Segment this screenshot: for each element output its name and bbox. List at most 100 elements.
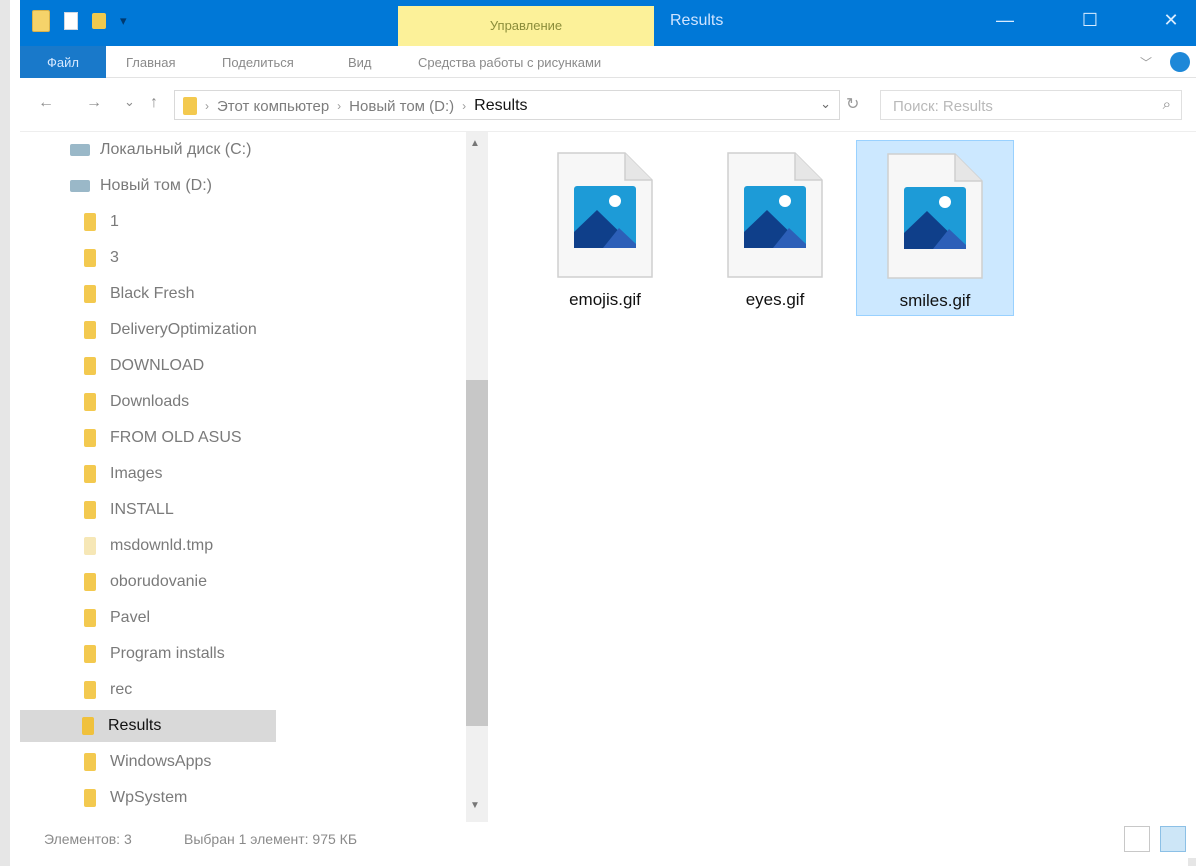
file-name: emojis.gif xyxy=(569,290,641,309)
file-name: smiles.gif xyxy=(899,291,971,310)
tree-item[interactable]: Новый том (D:) xyxy=(70,170,212,202)
close-button[interactable]: ✕ xyxy=(1156,10,1186,36)
maximize-button[interactable]: ☐ xyxy=(1075,10,1105,36)
tree-item[interactable]: FROM OLD ASUS xyxy=(84,422,242,454)
scrollbar-thumb[interactable] xyxy=(466,380,488,726)
breadcrumb-separator[interactable]: › xyxy=(337,99,341,113)
tab-picture-tools[interactable]: Средства работы с рисунками xyxy=(418,55,601,70)
tree-item[interactable]: DeliveryOptimization xyxy=(84,314,257,346)
tree-item[interactable]: Pavel xyxy=(84,602,150,634)
tree-item-label: Локальный диск (C:) xyxy=(100,141,252,158)
tree-item[interactable]: Results xyxy=(20,710,276,742)
tree-item-label: 1 xyxy=(110,213,119,230)
breadcrumb-drive-d[interactable]: Новый том (D:) xyxy=(349,98,454,115)
tree-item[interactable]: Images xyxy=(84,458,162,490)
image-file-icon xyxy=(557,152,653,278)
scroll-down-icon[interactable]: ▼ xyxy=(470,800,480,811)
tree-item-label: oborudovanie xyxy=(110,573,207,590)
tree-item-label: DeliveryOptimization xyxy=(110,321,257,338)
tab-home[interactable]: Главная xyxy=(126,55,175,70)
file-name: eyes.gif xyxy=(745,290,805,309)
tree-item-label: WpSystem xyxy=(110,789,188,806)
folder-icon xyxy=(84,357,96,375)
folder-icon xyxy=(84,285,96,303)
explorer-window: ▾ Управление Results — ☐ ✕ Файл Главная … xyxy=(0,0,1196,866)
tree-item-label: Program installs xyxy=(110,645,225,662)
file-list: emojis.gif eyes.gif smiles.gif xyxy=(490,132,1196,822)
folder-icon xyxy=(84,681,96,699)
folder-icon xyxy=(82,717,94,735)
large-icons-view-button[interactable] xyxy=(1160,826,1186,852)
file-tab[interactable]: Файл xyxy=(20,46,106,78)
folder-icon xyxy=(84,609,96,627)
ribbon-tabs: Файл Главная Поделиться Вид Средства раб… xyxy=(20,46,1196,78)
tree-item[interactable]: INSTALL xyxy=(84,494,174,526)
file-item[interactable]: emojis.gif xyxy=(526,140,684,316)
folder-icon xyxy=(84,645,96,663)
navigation-bar: ← → ⌄ ↑ › Этот компьютер › Новый том (D:… xyxy=(20,78,1196,132)
chevron-down-icon[interactable]: ⌄ xyxy=(820,96,831,112)
folder-icon xyxy=(84,537,96,555)
items-count: Элементов: 3 xyxy=(44,831,132,847)
folder-icon xyxy=(32,10,50,32)
tree-item[interactable]: rec xyxy=(84,674,132,706)
tree-item-label: INSTALL xyxy=(110,501,174,518)
tree-item-label: Pavel xyxy=(110,609,151,626)
breadcrumb-separator[interactable]: › xyxy=(462,99,466,113)
file-item[interactable]: smiles.gif xyxy=(856,140,1014,316)
new-folder-icon[interactable] xyxy=(92,13,106,29)
recent-locations-button[interactable]: ⌄ xyxy=(124,94,135,110)
refresh-icon[interactable]: ↻ xyxy=(846,94,859,114)
properties-icon[interactable] xyxy=(64,12,78,30)
help-icon[interactable] xyxy=(1170,52,1190,72)
tree-item-label: msdownld.tmp xyxy=(110,537,214,554)
folder-icon xyxy=(183,97,197,115)
tree-item-label: DOWNLOAD xyxy=(110,357,205,374)
tree-item-label: Images xyxy=(110,465,163,482)
tree-item[interactable]: msdownld.tmp xyxy=(84,530,213,562)
tree-item[interactable]: oborudovanie xyxy=(84,566,207,598)
folder-icon xyxy=(84,321,96,339)
tree-item[interactable]: 1 xyxy=(84,206,119,238)
title-bar: ▾ Управление Results — ☐ ✕ xyxy=(20,0,1196,46)
folder-icon xyxy=(84,213,96,231)
tree-item[interactable]: Black Fresh xyxy=(84,278,194,310)
back-button[interactable]: ← xyxy=(38,94,54,112)
expand-ribbon-icon[interactable]: ﹀ xyxy=(1140,54,1152,71)
tree-item[interactable]: 3 xyxy=(84,242,119,274)
search-icon[interactable]: ⌕ xyxy=(1163,96,1171,113)
tab-share[interactable]: Поделиться xyxy=(222,55,294,70)
tree-item-label: Downloads xyxy=(110,393,190,410)
folder-icon xyxy=(84,753,96,771)
tree-item[interactable]: Program installs xyxy=(84,638,225,670)
tree-item-label: Новый том (D:) xyxy=(100,177,212,194)
minimize-button[interactable]: — xyxy=(990,10,1020,36)
image-file-icon xyxy=(887,153,983,279)
file-item[interactable]: eyes.gif xyxy=(696,140,854,316)
navigation-pane: Локальный диск (C:) Новый том (D:) 1 3 Black… xyxy=(20,132,490,822)
customize-toolbar-icon[interactable]: ▾ xyxy=(120,13,127,29)
search-input[interactable]: Поиск: Results xyxy=(893,98,993,115)
tree-item[interactable]: DOWNLOAD xyxy=(84,350,204,382)
tree-item[interactable]: WindowsApps xyxy=(84,746,211,778)
up-button[interactable]: ↑ xyxy=(150,94,158,112)
folder-icon xyxy=(84,429,96,447)
tree-item-label: 3 xyxy=(110,249,119,266)
details-view-button[interactable] xyxy=(1124,826,1150,852)
folder-icon xyxy=(84,393,96,411)
breadcrumb-results[interactable]: Results xyxy=(474,97,527,115)
manage-context-tab[interactable]: Управление xyxy=(398,6,654,46)
tree-item[interactable]: Локальный диск (C:) xyxy=(70,134,251,166)
window-title: Results xyxy=(670,12,724,29)
tree-item[interactable]: WpSystem xyxy=(84,782,187,814)
tab-view[interactable]: Вид xyxy=(348,55,372,70)
address-bar[interactable]: › Этот компьютер › Новый том (D:) › Resu… xyxy=(174,90,840,120)
tree-item-label: Results xyxy=(108,717,162,734)
search-box[interactable]: Поиск: Results ⌕ xyxy=(880,90,1182,120)
tree-item[interactable]: Downloads xyxy=(84,386,189,418)
forward-button[interactable]: → xyxy=(86,94,102,112)
breadcrumb-separator[interactable]: › xyxy=(205,99,209,113)
scroll-up-icon[interactable]: ▲ xyxy=(470,138,480,149)
breadcrumb-this-pc[interactable]: Этот компьютер xyxy=(217,98,329,115)
breadcrumb: › Этот компьютер › Новый том (D:) › Resu… xyxy=(205,97,528,115)
